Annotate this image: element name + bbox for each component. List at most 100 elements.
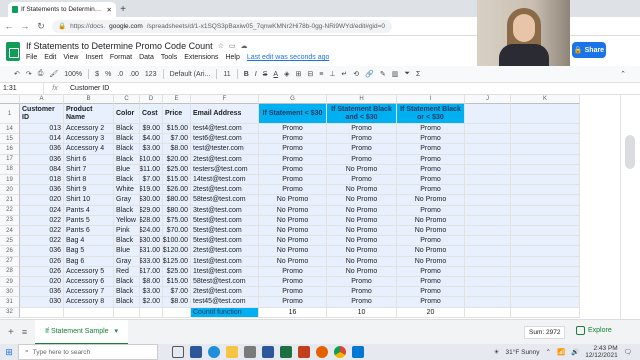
table-cell[interactable]: No Promo	[327, 185, 397, 196]
table-cell[interactable]: 022	[20, 226, 64, 237]
table-cell[interactable]: Accessory 6	[64, 277, 114, 288]
sheet-tab-menu-icon[interactable]: ▾	[115, 327, 119, 335]
table-cell[interactable]: No Promo	[397, 246, 465, 257]
header-cell[interactable]: If Statement < $30	[259, 104, 327, 124]
table-cell[interactable]: No Promo	[259, 236, 327, 247]
table-cell[interactable]: 036	[20, 144, 64, 155]
table-cell[interactable]: Promo	[397, 287, 465, 298]
select-all-corner[interactable]	[0, 95, 20, 104]
table-cell[interactable]: No Promo	[327, 195, 397, 206]
explore-button[interactable]: Explore	[576, 326, 612, 335]
table-cell[interactable]: Promo	[397, 175, 465, 186]
table-cell[interactable]: Promo	[397, 164, 465, 175]
table-cell[interactable]: No Promo	[327, 226, 397, 237]
table-cell[interactable]: Promo	[259, 287, 327, 298]
table-cell[interactable]: Promo	[259, 164, 327, 175]
excel-icon[interactable]	[280, 346, 292, 358]
table-cell[interactable]: $24.00	[140, 226, 163, 237]
table-cell[interactable]: Promo	[397, 297, 465, 308]
table-cell[interactable]: 022	[20, 215, 64, 226]
table-cell[interactable]: $26.00	[163, 185, 191, 196]
column-header[interactable]: J	[465, 95, 511, 104]
menu-help[interactable]: Help	[225, 54, 239, 61]
table-cell[interactable]: Accessory 3	[64, 134, 114, 145]
table-cell[interactable]: Promo	[327, 134, 397, 145]
table-cell[interactable]: 2test@test.com	[191, 154, 259, 165]
table-cell-empty[interactable]	[465, 195, 511, 206]
chrome-icon[interactable]	[334, 346, 346, 358]
table-cell[interactable]: Shirt 9	[64, 185, 114, 196]
table-cell[interactable]: Promo	[259, 266, 327, 277]
row-header[interactable]: 24	[0, 226, 20, 237]
column-header[interactable]: I	[397, 95, 465, 104]
column-header[interactable]: E	[163, 95, 191, 104]
more-formats-button[interactable]: 123	[145, 71, 157, 78]
column-header[interactable]: D	[140, 95, 163, 104]
strikethrough-button[interactable]: S	[263, 71, 268, 78]
table-cell[interactable]: No Promo	[259, 205, 327, 216]
row-header[interactable]: 22	[0, 205, 20, 216]
table-cell-empty[interactable]	[511, 246, 580, 257]
table-cell[interactable]: Black	[114, 287, 140, 298]
table-cell[interactable]: No Promo	[397, 195, 465, 206]
table-cell[interactable]: 2test@test.com	[191, 287, 259, 298]
table-cell[interactable]: 036	[20, 246, 64, 257]
edge-icon[interactable]	[208, 346, 220, 358]
table-cell[interactable]: 5test@test.com	[191, 236, 259, 247]
table-cell[interactable]: Promo	[259, 297, 327, 308]
table-cell[interactable]: 084	[20, 164, 64, 175]
table-cell[interactable]: No Promo	[327, 236, 397, 247]
table-cell-empty[interactable]	[465, 226, 511, 237]
table-cell-empty[interactable]	[114, 307, 140, 318]
table-cell[interactable]: Bag 5	[64, 246, 114, 257]
reload-icon[interactable]: ↻	[36, 21, 46, 32]
table-cell[interactable]: Pants 6	[64, 226, 114, 237]
table-cell-empty[interactable]	[511, 185, 580, 196]
table-cell[interactable]: 1test@test.com	[191, 266, 259, 277]
sheets-logo-icon[interactable]	[6, 41, 20, 61]
notifications-icon[interactable]: 🗨	[624, 348, 632, 356]
table-cell-empty[interactable]	[511, 164, 580, 175]
row-header[interactable]: 29	[0, 277, 20, 288]
row-header[interactable]: 27	[0, 256, 20, 267]
menu-view[interactable]: View	[63, 54, 78, 61]
document-title[interactable]: If Statements to Determine Promo Code Co…	[26, 41, 213, 51]
table-cell[interactable]: $80.00	[163, 205, 191, 216]
table-cell[interactable]: Black	[114, 297, 140, 308]
row-header[interactable]: 18	[0, 164, 20, 175]
table-cell-empty[interactable]	[465, 215, 511, 226]
table-cell[interactable]: 2test@test.com	[191, 246, 259, 257]
table-cell-empty[interactable]	[465, 154, 511, 165]
row-header[interactable]: 30	[0, 287, 20, 298]
table-cell[interactable]: Pink	[114, 226, 140, 237]
table-cell[interactable]: Accessory 8	[64, 297, 114, 308]
close-tab-icon[interactable]: ✕	[107, 6, 112, 14]
table-cell[interactable]: Promo	[259, 144, 327, 155]
table-cell[interactable]: Promo	[397, 185, 465, 196]
table-cell[interactable]: Black	[114, 144, 140, 155]
paint-format-icon[interactable]: 🖌	[49, 70, 58, 78]
table-cell[interactable]: Promo	[397, 144, 465, 155]
table-cell[interactable]: No Promo	[259, 215, 327, 226]
vertical-scrollbar[interactable]	[620, 95, 640, 319]
table-cell-empty[interactable]	[465, 287, 511, 298]
menu-edit[interactable]: Edit	[44, 54, 56, 61]
table-cell-empty[interactable]	[20, 307, 64, 318]
comment-icon[interactable]: ✎	[380, 70, 386, 78]
italic-button[interactable]: I	[255, 71, 257, 78]
table-cell[interactable]: Promo	[259, 124, 327, 135]
file-explorer-icon[interactable]	[226, 346, 238, 358]
table-cell[interactable]: $15.00	[163, 124, 191, 135]
forward-icon[interactable]: →	[20, 21, 30, 31]
table-cell[interactable]: 5test@test.com	[191, 226, 259, 237]
table-cell-empty[interactable]	[465, 134, 511, 145]
row-header[interactable]: 23	[0, 215, 20, 226]
table-cell[interactable]: $3.00	[140, 287, 163, 298]
table-cell[interactable]: $29.00	[140, 205, 163, 216]
fill-color-icon[interactable]: ◈	[284, 70, 289, 78]
function-icon[interactable]: Σ	[416, 71, 420, 78]
table-cell[interactable]: No Promo	[397, 256, 465, 267]
table-cell[interactable]: Promo	[397, 266, 465, 277]
table-cell[interactable]: No Promo	[327, 205, 397, 216]
menu-data[interactable]: Data	[139, 54, 154, 61]
